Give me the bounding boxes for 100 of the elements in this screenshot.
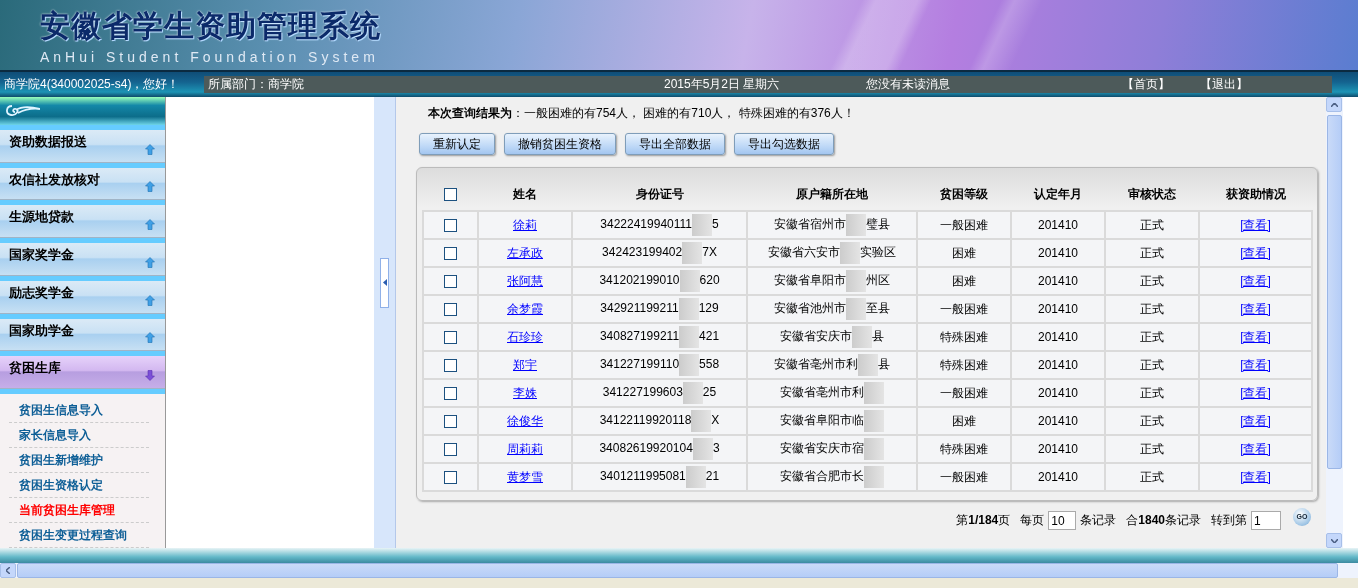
row-checkbox[interactable] bbox=[444, 359, 457, 373]
sidebar-menu-item[interactable]: 国家奖学金 bbox=[0, 238, 165, 276]
view-link[interactable]: [查看] bbox=[1240, 273, 1271, 288]
id-number-end: X bbox=[711, 413, 720, 428]
table-cell: 201410 bbox=[1011, 323, 1105, 351]
redaction-blur bbox=[682, 242, 703, 264]
scroll-up-button[interactable] bbox=[1326, 97, 1342, 112]
view-link[interactable]: [查看] bbox=[1240, 329, 1271, 344]
per-page-label: 每页 bbox=[1020, 512, 1045, 529]
submenu-item[interactable]: 贫困生新增维护 bbox=[9, 448, 149, 473]
redaction-blur bbox=[678, 298, 699, 320]
column-header: 获资助情况 bbox=[1199, 178, 1312, 211]
view-link[interactable]: [查看] bbox=[1240, 441, 1271, 456]
column-header: 认定年月 bbox=[1011, 178, 1105, 211]
submenu-item[interactable]: 当前贫困生库管理 bbox=[9, 498, 149, 523]
redaction-blur bbox=[840, 242, 860, 264]
row-checkbox[interactable] bbox=[444, 471, 457, 485]
address-start: 安徽省亳州市利 bbox=[780, 385, 864, 400]
address-start: 安徽省阜阳市临 bbox=[780, 413, 864, 428]
id-number-start: 34222419940111 bbox=[600, 217, 692, 232]
sidebar-menu-item[interactable]: 国家助学金 bbox=[0, 313, 165, 352]
table-cell: 正式 bbox=[1105, 435, 1199, 463]
redaction-blur bbox=[679, 326, 700, 348]
id-number-end: 129 bbox=[698, 301, 719, 316]
system-title: 安徽省学生资助管理系统 bbox=[40, 7, 381, 44]
scroll-thumb[interactable] bbox=[1327, 115, 1342, 469]
id-number-end: 3 bbox=[712, 441, 720, 456]
submenu-item[interactable]: 家长信息导入 bbox=[9, 423, 149, 448]
date-label: 2015年5月2日 星期六 bbox=[664, 76, 780, 93]
table-cell: 正式 bbox=[1105, 295, 1199, 323]
nav-link[interactable]: 【退出】 bbox=[1200, 76, 1248, 93]
view-link[interactable]: [查看] bbox=[1240, 245, 1271, 260]
sidebar-menu-item[interactable]: 贫困生库 bbox=[0, 351, 165, 389]
action-button[interactable]: 导出勾选数据 bbox=[734, 133, 834, 155]
action-button[interactable]: 重新认定 bbox=[419, 133, 495, 155]
redaction-blur bbox=[864, 382, 884, 404]
view-link[interactable]: [查看] bbox=[1240, 301, 1271, 316]
address-end: 实验区 bbox=[860, 245, 896, 260]
select-all-checkbox[interactable] bbox=[444, 188, 457, 202]
id-number-end: 620 bbox=[699, 273, 720, 288]
view-link[interactable]: [查看] bbox=[1240, 385, 1271, 400]
submenu-item[interactable]: 贫困生信息导入 bbox=[9, 398, 149, 423]
address-start: 安徽省亳州市利 bbox=[774, 357, 858, 372]
table-cell: 一般困难 bbox=[917, 463, 1011, 491]
view-link[interactable]: [查看] bbox=[1240, 413, 1271, 428]
redaction-blur bbox=[846, 214, 866, 236]
table-cell: 201410 bbox=[1011, 379, 1105, 407]
table-cell: 困难 bbox=[917, 407, 1011, 435]
id-number-end: 558 bbox=[699, 357, 720, 372]
id-number-end: 21 bbox=[705, 469, 720, 484]
id-number-start: 3401211995081 bbox=[599, 469, 686, 484]
column-header: 原户籍所在地 bbox=[747, 178, 917, 211]
per-page-field[interactable]: 10 bbox=[1048, 511, 1077, 530]
row-checkbox[interactable] bbox=[444, 443, 457, 457]
row-checkbox[interactable] bbox=[444, 275, 457, 289]
view-link[interactable]: [查看] bbox=[1240, 217, 1271, 232]
id-number-end: 25 bbox=[702, 385, 717, 400]
system-subtitle: AnHui Student Foundation System bbox=[40, 48, 379, 65]
row-checkbox[interactable] bbox=[444, 387, 457, 401]
action-button[interactable]: 撤销贫困生资格 bbox=[504, 133, 616, 155]
table-cell: 正式 bbox=[1105, 267, 1199, 295]
id-number-end: 7X bbox=[702, 245, 717, 260]
row-checkbox[interactable] bbox=[444, 415, 457, 429]
sidebar-menu-item[interactable]: 农信社发放核对 bbox=[0, 162, 165, 201]
view-link[interactable]: [查看] bbox=[1240, 357, 1271, 372]
student-name-link[interactable]: 李姝 bbox=[513, 385, 537, 400]
row-checkbox[interactable] bbox=[444, 331, 457, 345]
message-notice: 您没有未读消息 bbox=[866, 76, 950, 93]
total-records: 合1840条记录 bbox=[1126, 512, 1201, 529]
redaction-blur bbox=[685, 466, 706, 488]
sidebar-menu-item[interactable]: 励志奖学金 bbox=[0, 275, 165, 314]
row-checkbox[interactable] bbox=[444, 247, 457, 261]
row-checkbox[interactable] bbox=[444, 219, 457, 233]
swirl-logo-icon bbox=[4, 103, 40, 118]
sidebar-menu-item[interactable]: 资助数据报送 bbox=[0, 124, 165, 163]
row-checkbox[interactable] bbox=[444, 303, 457, 317]
address-start: 安徽省池州市 bbox=[774, 301, 846, 316]
student-name-link[interactable]: 徐莉 bbox=[513, 217, 537, 232]
scroll-down-button[interactable] bbox=[1326, 533, 1342, 548]
redaction-blur bbox=[858, 354, 878, 376]
action-button[interactable]: 导出全部数据 bbox=[625, 133, 725, 155]
address-start: 安徽省安庆市 bbox=[780, 329, 852, 344]
student-name-link[interactable]: 郑宇 bbox=[513, 357, 537, 372]
table-cell: 201410 bbox=[1011, 407, 1105, 435]
page-indicator: 第1/184页 bbox=[956, 512, 1011, 529]
vertical-scrollbar[interactable] bbox=[1326, 97, 1343, 548]
up-arrow-icon bbox=[145, 256, 155, 268]
scroll-left-button[interactable] bbox=[0, 563, 16, 578]
department-label: 所属部门：商学院 bbox=[208, 76, 304, 93]
sidebar-menu-item[interactable]: 生源地贷款 bbox=[0, 200, 165, 238]
nav-link[interactable]: 【首页】 bbox=[1122, 76, 1170, 93]
down-arrow-icon bbox=[145, 370, 155, 382]
view-link[interactable]: [查看] bbox=[1240, 469, 1271, 484]
redaction-blur bbox=[864, 466, 884, 488]
records-label: 条记录 bbox=[1080, 512, 1117, 529]
goto-page-field[interactable]: 1 bbox=[1251, 511, 1281, 530]
id-number-start: 341227199603 bbox=[602, 385, 683, 400]
submenu-item[interactable]: 贫困生资格认定 bbox=[9, 473, 149, 498]
collapse-handle[interactable] bbox=[380, 257, 389, 308]
column-header: 审核状态 bbox=[1105, 178, 1199, 211]
